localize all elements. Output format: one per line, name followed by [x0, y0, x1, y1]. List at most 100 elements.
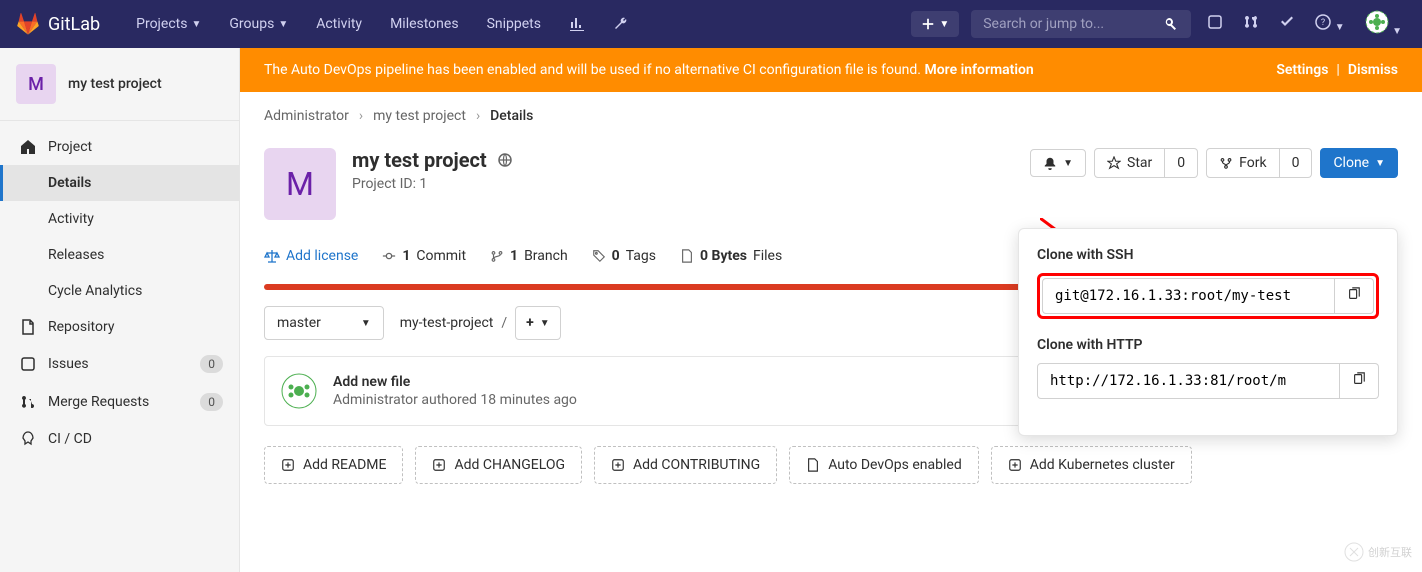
breadcrumb-item[interactable]: my test project	[373, 108, 466, 124]
merge-requests-icon[interactable]	[1239, 10, 1263, 38]
add-readme-button[interactable]: Add README	[264, 446, 403, 484]
mr-badge: 0	[200, 393, 223, 411]
nav-chart-icon[interactable]	[557, 8, 597, 40]
path-root[interactable]: my-test-project	[400, 315, 494, 331]
sidebar-item-activity[interactable]: Activity	[0, 201, 239, 237]
branch-select[interactable]: master ▼	[264, 306, 384, 340]
author-avatar	[281, 373, 317, 409]
bell-icon	[1043, 156, 1057, 170]
hero-avatar: M	[264, 148, 336, 220]
issues-badge: 0	[200, 355, 223, 373]
home-icon	[20, 139, 36, 155]
star-count: 0	[1165, 148, 1198, 178]
plus-icon: +	[526, 315, 534, 331]
plus-square-icon	[611, 458, 625, 472]
scale-icon	[264, 248, 280, 264]
copy-http-button[interactable]	[1340, 363, 1379, 399]
issues-icon	[20, 356, 36, 372]
sidebar-item-label: Merge Requests	[48, 394, 149, 410]
chevron-down-icon: ▼	[278, 19, 288, 30]
sidebar-item-merge-requests[interactable]: Merge Requests 0	[0, 383, 239, 421]
star-button[interactable]: Star	[1094, 148, 1165, 178]
sidebar-item-project[interactable]: Project	[0, 129, 239, 165]
search-box[interactable]	[971, 10, 1191, 38]
devops-banner: The Auto DevOps pipeline has been enable…	[240, 48, 1422, 92]
sidebar-project-header[interactable]: M my test project	[0, 48, 239, 121]
sidebar-item-label: Issues	[48, 356, 89, 372]
clone-dropdown: Clone with SSH Clone with HTTP	[1018, 228, 1398, 436]
brand-text: GitLab	[48, 14, 100, 35]
banner-dismiss-link[interactable]: Dismiss	[1348, 62, 1398, 78]
add-changelog-button[interactable]: Add CHANGELOG	[415, 446, 582, 484]
copy-icon	[1347, 287, 1361, 301]
chevron-down-icon: ▼	[361, 318, 371, 329]
new-menu-button[interactable]: ▼	[911, 11, 959, 37]
fork-button[interactable]: Fork	[1206, 148, 1279, 178]
add-kubernetes-button[interactable]: Add Kubernetes cluster	[991, 446, 1192, 484]
add-license-link[interactable]: Add license	[264, 248, 358, 264]
files-stat[interactable]: 0 Bytes Files	[680, 248, 782, 264]
auto-devops-button[interactable]: Auto DevOps enabled	[789, 446, 979, 484]
issues-icon[interactable]	[1203, 10, 1227, 38]
plus-icon	[921, 17, 935, 31]
project-id: Project ID: 1	[352, 176, 513, 192]
tags-stat[interactable]: 0 Tags	[592, 248, 656, 264]
chevron-down-icon: ▼	[939, 19, 949, 30]
sidebar-item-label: Releases	[48, 247, 104, 263]
breadcrumb-item[interactable]: Administrator	[264, 108, 349, 124]
add-file-button[interactable]: + ▼	[515, 306, 561, 340]
banner-more-link[interactable]: More information	[925, 62, 1034, 78]
help-icon[interactable]: ? ▼	[1311, 10, 1348, 38]
chevron-down-icon: ▼	[1392, 26, 1402, 37]
plus-square-icon	[281, 458, 295, 472]
search-input[interactable]	[983, 16, 1163, 32]
tag-icon	[592, 249, 606, 263]
todos-icon[interactable]	[1275, 10, 1299, 38]
branches-stat[interactable]: 1 Branch	[490, 248, 568, 264]
file-path: my-test-project / + ▼	[400, 306, 561, 340]
sidebar-item-label: Details	[48, 175, 91, 191]
commit-icon	[382, 249, 396, 263]
sidebar-item-details[interactable]: Details	[0, 165, 239, 201]
merge-icon	[20, 394, 36, 410]
branch-icon	[490, 249, 504, 263]
nav-groups[interactable]: Groups ▼	[217, 8, 300, 40]
copy-ssh-button[interactable]	[1335, 278, 1374, 314]
svg-text:?: ?	[1321, 18, 1325, 28]
watermark: 创新互联	[1344, 542, 1412, 562]
chevron-down-icon: ▼	[1335, 22, 1345, 33]
sidebar: M my test project Project Details Activi…	[0, 48, 240, 572]
chevron-right-icon: ›	[359, 108, 363, 124]
sidebar-item-cycle-analytics[interactable]: Cycle Analytics	[0, 273, 239, 309]
sidebar-item-issues[interactable]: Issues 0	[0, 345, 239, 383]
clone-http-input[interactable]	[1037, 363, 1340, 399]
banner-text: The Auto DevOps pipeline has been enable…	[264, 62, 921, 78]
project-title: my test project	[352, 148, 487, 172]
star-icon	[1107, 156, 1121, 170]
chevron-down-icon: ▼	[540, 318, 550, 329]
sidebar-item-label: CI / CD	[48, 431, 92, 447]
nav-snippets[interactable]: Snippets	[475, 8, 553, 40]
search-icon	[1163, 16, 1179, 32]
sidebar-item-label: Project	[48, 139, 92, 155]
brand-logo[interactable]: GitLab	[16, 12, 100, 36]
nav-milestones[interactable]: Milestones	[378, 8, 471, 40]
nav-wrench-icon[interactable]	[601, 8, 641, 40]
project-hero: M my test project Project ID: 1 ▼ Star 0…	[240, 140, 1422, 240]
user-menu[interactable]: ▼	[1361, 6, 1406, 42]
rocket-icon	[20, 431, 36, 447]
clone-button[interactable]: Clone ▼	[1320, 148, 1398, 178]
nav-activity[interactable]: Activity	[304, 8, 374, 40]
clone-ssh-input[interactable]	[1042, 278, 1335, 314]
globe-icon	[497, 152, 513, 168]
nav-projects[interactable]: Projects ▼	[124, 8, 213, 40]
banner-settings-link[interactable]: Settings	[1276, 62, 1328, 78]
fork-icon	[1219, 156, 1233, 170]
notification-button[interactable]: ▼	[1030, 149, 1086, 177]
sidebar-item-releases[interactable]: Releases	[0, 237, 239, 273]
commits-stat[interactable]: 1 Commit	[382, 248, 466, 264]
add-contributing-button[interactable]: Add CONTRIBUTING	[594, 446, 777, 484]
chevron-down-icon: ▼	[1375, 158, 1385, 169]
sidebar-item-cicd[interactable]: CI / CD	[0, 421, 239, 457]
sidebar-item-repository[interactable]: Repository	[0, 309, 239, 345]
